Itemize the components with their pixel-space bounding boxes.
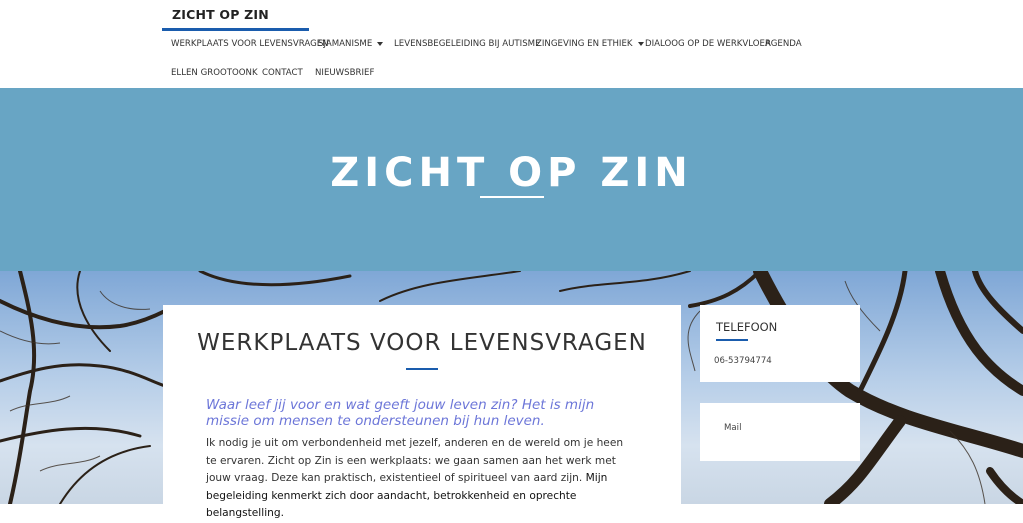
nav-item-zingeving[interactable]: ZINGEVING EN ETHIEK [536,39,644,49]
mail-widget: Mail [700,403,860,461]
top-navigation-bar: ZICHT OP ZIN WERKPLAATS VOOR LEVENSVRAGE… [0,0,1023,88]
nav-item-sjamanisme-label: SJAMANISME [318,39,373,49]
mail-link[interactable]: Mail [724,423,741,433]
phone-widget-underline [716,339,748,341]
body-text-1: Ik nodig je uit om verbondenheid met jez… [206,437,624,484]
nav-item-werkplaats[interactable]: WERKPLAATS VOOR LEVENSVRAGEN [171,39,329,49]
title-underline [406,368,438,370]
phone-widget: TELEFOON 06-53794774 [700,305,860,382]
nav-item-contact[interactable]: CONTACT [262,68,303,78]
chevron-down-icon [377,41,384,46]
nav-item-sjamanisme[interactable]: SJAMANISME [318,39,384,49]
hero-title: ZICHT OP ZIN [330,150,693,196]
intro-lead-text: Waar leef jij voor en wat geeft jouw lev… [206,397,595,429]
nav-item-nieuwsbrief[interactable]: NIEUWSBRIEF [315,68,374,78]
phone-number: 06-53794774 [714,356,772,366]
main-content-card: WERKPLAATS VOOR LEVENSVRAGEN Waar leef j… [163,305,681,519]
nav-item-autisme[interactable]: LEVENSBEGELEIDING BIJ AUTISME [394,39,541,49]
phone-widget-title: TELEFOON [716,320,778,334]
nav-item-zingeving-label: ZINGEVING EN ETHIEK [536,39,633,49]
nav-item-agenda[interactable]: AGENDA [765,39,802,49]
page-title: WERKPLAATS VOOR LEVENSVRAGEN [197,330,647,356]
site-brand-label: ZICHT OP ZIN [172,7,269,22]
body-paragraph: Ik nodig je uit om verbondenheid met jez… [206,435,626,523]
nav-item-dialoog[interactable]: DIALOOG OP DE WERKVLOER [645,39,771,49]
site-brand[interactable]: ZICHT OP ZIN [162,0,309,31]
hero-title-underline [480,196,544,198]
chevron-down-icon [637,41,644,46]
nav-item-ellen[interactable]: ELLEN GROOTOONK [171,68,258,78]
